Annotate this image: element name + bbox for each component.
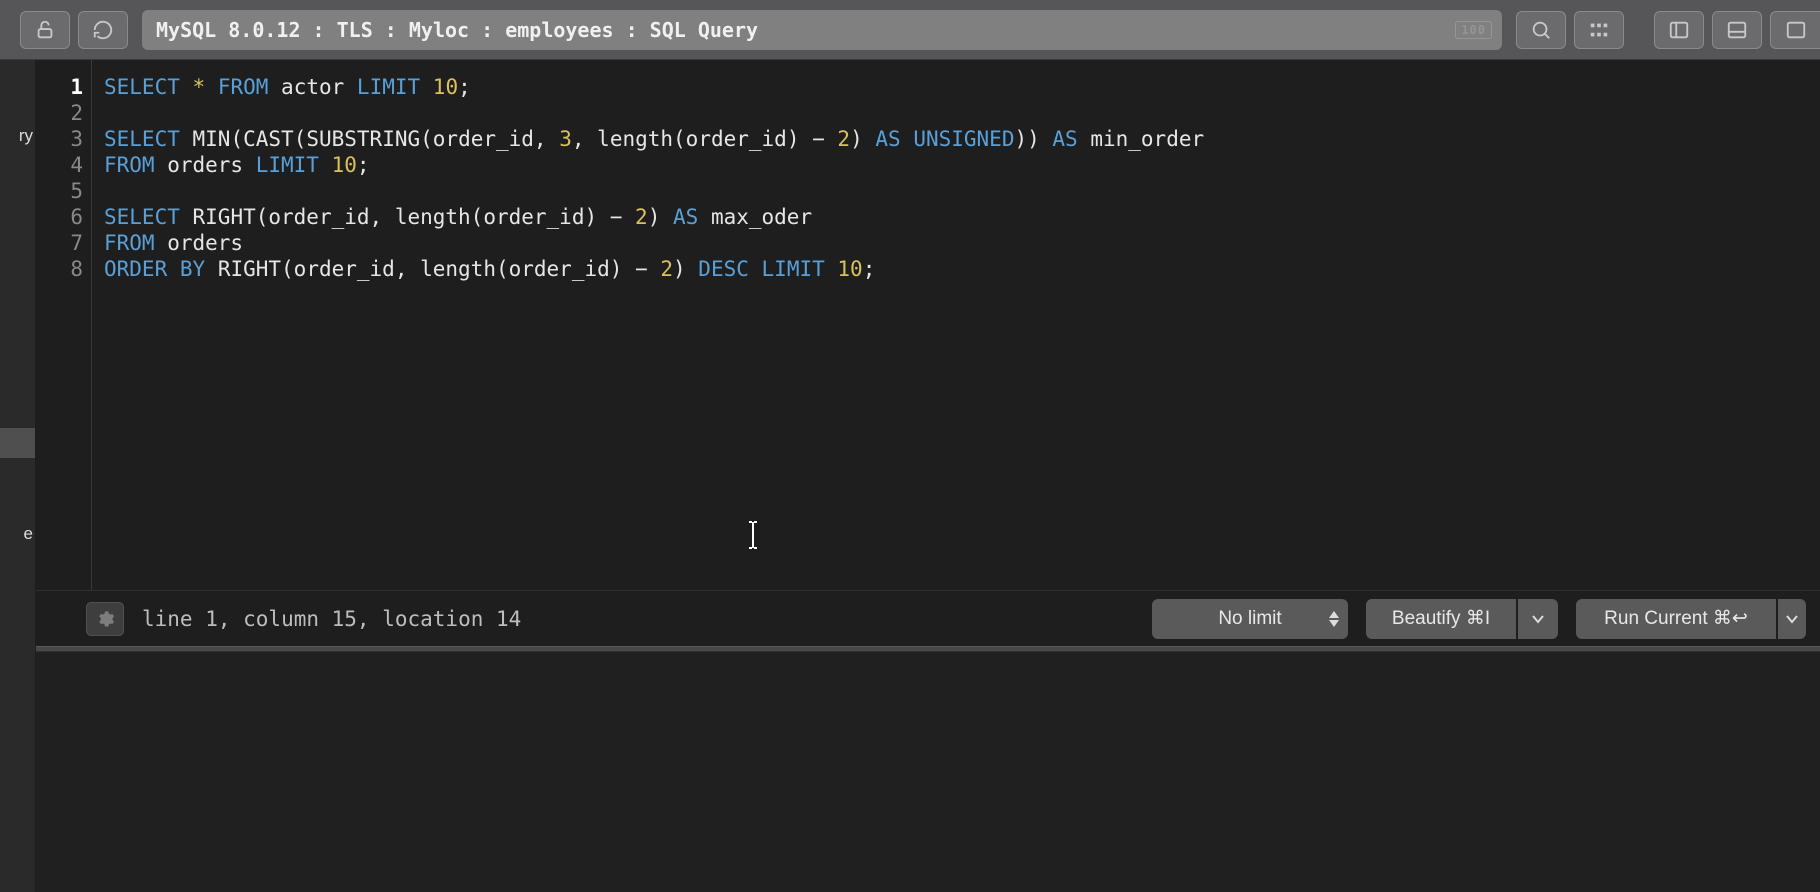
refresh-button[interactable] xyxy=(78,11,128,49)
stepper-icon xyxy=(1328,611,1340,627)
sidebar-item[interactable]: e xyxy=(24,518,35,550)
top-toolbar: MySQL 8.0.12 : TLS : Myloc : employees :… xyxy=(0,0,1820,60)
line-gutter: 12345678 xyxy=(36,60,92,590)
limit-select[interactable]: No limit xyxy=(1152,599,1348,639)
gear-icon xyxy=(95,609,115,629)
breadcrumb-badge: 100 xyxy=(1455,21,1492,39)
sidebar-item-highlight[interactable] xyxy=(0,428,35,458)
cursor-status: line 1, column 15, location 14 xyxy=(142,607,521,631)
unlock-icon xyxy=(34,19,56,41)
editor-footer: line 1, column 15, location 14 No limit … xyxy=(36,590,1820,646)
search-button[interactable] xyxy=(1516,11,1566,49)
main-area: ry e 12345678 SELECT * FROM actor LIMIT … xyxy=(0,60,1820,892)
layout-sidebar-icon xyxy=(1668,19,1690,41)
left-sidebar: ry e xyxy=(0,60,36,892)
layout-sidebar-button[interactable] xyxy=(1654,11,1704,49)
settings-button[interactable] xyxy=(86,602,124,636)
layout-bottom-button[interactable] xyxy=(1712,11,1762,49)
beautify-button[interactable]: Beautify ⌘I xyxy=(1366,599,1516,639)
editor-column: 12345678 SELECT * FROM actor LIMIT 10;SE… xyxy=(36,60,1820,892)
chevron-down-icon xyxy=(1785,614,1799,624)
refresh-icon xyxy=(92,19,114,41)
layout-right-button[interactable] xyxy=(1770,11,1820,49)
run-button[interactable]: Run Current ⌘↩ xyxy=(1576,599,1776,639)
text-cursor-icon xyxy=(746,520,760,550)
chevron-down-icon xyxy=(1531,614,1545,624)
breadcrumb[interactable]: MySQL 8.0.12 : TLS : Myloc : employees :… xyxy=(142,10,1502,50)
sql-editor[interactable]: 12345678 SELECT * FROM actor LIMIT 10;SE… xyxy=(36,60,1820,590)
limit-select-label: No limit xyxy=(1218,608,1281,630)
beautify-label: Beautify ⌘I xyxy=(1392,607,1490,630)
beautify-dropdown[interactable] xyxy=(1518,599,1558,639)
layout-bottom-icon xyxy=(1726,19,1748,41)
code-area[interactable]: SELECT * FROM actor LIMIT 10;SELECT MIN(… xyxy=(92,60,1216,590)
breadcrumb-text: MySQL 8.0.12 : TLS : Myloc : employees :… xyxy=(156,18,758,42)
grid-icon xyxy=(1588,19,1610,41)
layout-right-icon xyxy=(1785,19,1807,41)
grid-button[interactable] xyxy=(1574,11,1624,49)
run-dropdown[interactable] xyxy=(1778,599,1806,639)
results-pane xyxy=(36,652,1820,892)
lock-button[interactable] xyxy=(20,11,70,49)
sidebar-item[interactable]: ry xyxy=(19,120,35,152)
search-icon xyxy=(1530,19,1552,41)
run-label: Run Current ⌘↩ xyxy=(1604,607,1748,630)
